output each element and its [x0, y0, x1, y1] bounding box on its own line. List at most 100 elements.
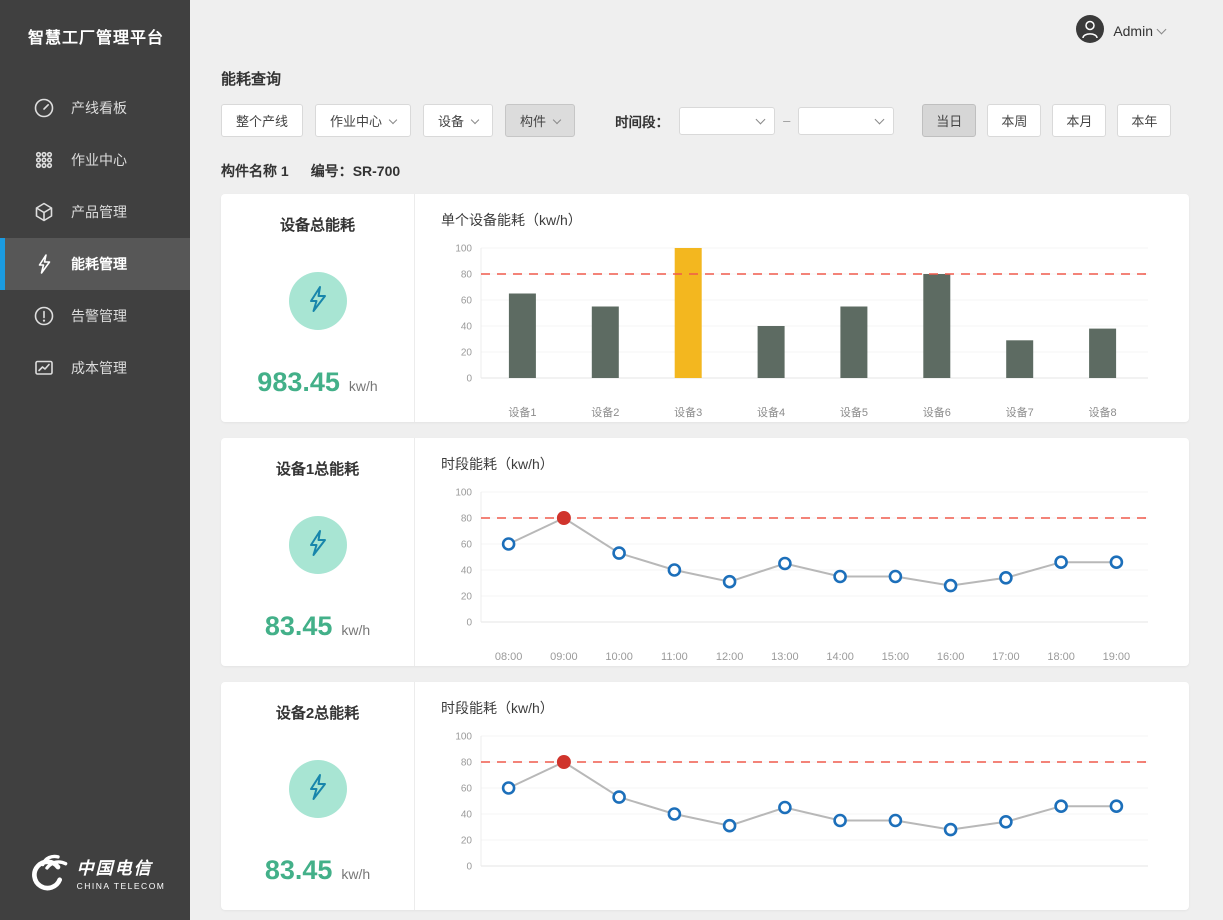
sidebar-item-label: 产线看板 [71, 98, 127, 118]
svg-text:15:00: 15:00 [882, 651, 910, 663]
user-menu[interactable]: Admin [1076, 15, 1165, 48]
svg-text:设备8: 设备8 [1089, 405, 1117, 419]
chart-panel: 时段能耗（kw/h） 02040608010008:0009:0010:0011… [415, 438, 1189, 666]
stat-value: 983.45 [257, 367, 340, 398]
svg-text:16:00: 16:00 [937, 651, 965, 663]
stat-panel: 设备1总能耗 83.45 kw/h [221, 438, 415, 666]
time-range-end-select[interactable] [798, 107, 894, 135]
stat-value: 83.45 [265, 611, 333, 642]
filter-toolbar: 整个产线 作业中心 设备 构件 时间段： – 当日本周本月本年 [221, 104, 1189, 137]
filter-button-label: 设备 [438, 111, 464, 130]
chevron-down-icon [471, 116, 479, 124]
logo-text-cn: 中国电信 [77, 860, 166, 879]
svg-text:19:00: 19:00 [1103, 651, 1131, 663]
sidebar-item-4[interactable]: 能耗管理 [0, 238, 190, 290]
chevron-down-icon [389, 116, 397, 124]
time-range-start-select[interactable] [679, 107, 775, 135]
stat-panel: 设备2总能耗 83.45 kw/h [221, 682, 415, 910]
topbar: Admin [190, 0, 1223, 62]
svg-text:80: 80 [461, 514, 473, 525]
period-button-3[interactable]: 本月 [1052, 104, 1106, 137]
user-name: Admin [1113, 23, 1153, 39]
svg-text:08:00: 08:00 [495, 651, 523, 663]
svg-text:12:00: 12:00 [716, 651, 744, 663]
stat-unit: kw/h [349, 378, 378, 394]
sidebar-item-3[interactable]: 产品管理 [0, 186, 190, 238]
sidebar-item-5[interactable]: 告警管理 [0, 290, 190, 342]
filter-button-label: 构件 [520, 111, 546, 130]
device1-hourly-line-chart: 02040608010008:0009:0010:0011:0012:0013:… [441, 478, 1171, 678]
svg-text:100: 100 [455, 488, 472, 499]
stat-value-row: 83.45 kw/h [265, 611, 370, 642]
avatar [1076, 15, 1104, 48]
sidebar: 智慧工厂管理平台 产线看板作业中心产品管理能耗管理告警管理成本管理 中国电信 C… [0, 0, 190, 920]
range-separator: – [783, 113, 790, 128]
dots-grid-icon [33, 149, 55, 171]
svg-text:设备6: 设备6 [923, 405, 951, 419]
sidebar-item-label: 作业中心 [71, 150, 127, 170]
card-device2-energy: 设备2总能耗 83.45 kw/h 时段能耗（kw/h） [221, 682, 1189, 910]
svg-text:100: 100 [455, 244, 472, 255]
card-total-energy: 设备总能耗 983.45 kw/h 单个设备能耗（kw/h） [221, 194, 1189, 422]
stat-value-row: 983.45 kw/h [257, 367, 377, 398]
chart-title: 时段能耗（kw/h） [441, 454, 1171, 474]
period-button-2[interactable]: 本周 [987, 104, 1041, 137]
svg-text:设备2: 设备2 [591, 405, 619, 419]
sidebar-item-label: 产品管理 [71, 202, 127, 222]
filter-button-label: 整个产线 [236, 111, 288, 130]
svg-text:80: 80 [461, 270, 473, 281]
lightning-icon [302, 283, 334, 320]
sidebar-menu: 产线看板作业中心产品管理能耗管理告警管理成本管理 [0, 82, 190, 394]
logo-text-en: CHINA TELECOM [77, 881, 166, 891]
svg-text:设备1: 设备1 [508, 405, 536, 419]
stat-title: 设备总能耗 [280, 214, 355, 235]
china-telecom-logo: 中国电信 CHINA TELECOM [0, 853, 190, 898]
lightning-icon [302, 527, 334, 564]
svg-text:09:00: 09:00 [550, 651, 578, 663]
svg-text:13:00: 13:00 [771, 651, 799, 663]
sidebar-item-label: 成本管理 [71, 358, 127, 378]
lightning-icon [33, 253, 55, 275]
sidebar-item-label: 告警管理 [71, 306, 127, 326]
chart-panel: 时段能耗（kw/h） 020406080100 [415, 682, 1189, 910]
svg-text:20: 20 [461, 592, 473, 603]
svg-text:0: 0 [466, 374, 472, 385]
sidebar-item-1[interactable]: 产线看板 [0, 82, 190, 134]
app-root: 智慧工厂管理平台 产线看板作业中心产品管理能耗管理告警管理成本管理 中国电信 C… [0, 0, 1223, 920]
filter-button-1[interactable]: 整个产线 [221, 104, 303, 137]
svg-text:17:00: 17:00 [992, 651, 1020, 663]
period-button-1[interactable]: 当日 [922, 104, 976, 137]
gauge-icon [33, 97, 55, 119]
sidebar-item-2[interactable]: 作业中心 [0, 134, 190, 186]
svg-text:60: 60 [461, 540, 473, 551]
svg-text:设备7: 设备7 [1006, 405, 1034, 419]
device2-hourly-line-chart: 020406080100 [441, 722, 1171, 895]
cube-icon [33, 201, 55, 223]
svg-text:设备3: 设备3 [674, 405, 702, 419]
page-title: 能耗查询 [221, 68, 1189, 89]
period-button-4[interactable]: 本年 [1117, 104, 1171, 137]
time-period-label: 时间段： [615, 111, 669, 131]
svg-text:11:00: 11:00 [661, 651, 688, 663]
svg-text:0: 0 [466, 618, 472, 629]
svg-text:20: 20 [461, 348, 473, 359]
main-area: Admin 能耗查询 整个产线作业中心设备构件时间段：–当日本周本月本年 构件名… [190, 0, 1223, 920]
svg-text:60: 60 [461, 296, 473, 307]
svg-text:40: 40 [461, 810, 473, 821]
chart-title: 单个设备能耗（kw/h） [441, 210, 1171, 230]
lightning-icon [302, 771, 334, 808]
stat-unit: kw/h [341, 622, 370, 638]
sidebar-item-6[interactable]: 成本管理 [0, 342, 190, 394]
device-energy-bar-chart: 020406080100设备1设备2设备3设备4设备5设备6设备7设备8 [441, 234, 1171, 434]
stat-value: 83.45 [265, 855, 333, 886]
chevron-down-icon [875, 114, 885, 124]
filter-button-2[interactable]: 作业中心 [315, 104, 411, 137]
app-title: 智慧工厂管理平台 [0, 0, 190, 48]
filter-button-4[interactable]: 构件 [505, 104, 575, 137]
svg-text:18:00: 18:00 [1047, 651, 1075, 663]
chart-panel: 单个设备能耗（kw/h） 020406080100设备1设备2设备3设备4设备5… [415, 194, 1189, 422]
alert-circle-icon [33, 305, 55, 327]
component-code: SR-700 [353, 163, 400, 179]
filter-button-3[interactable]: 设备 [423, 104, 493, 137]
energy-badge [289, 272, 347, 330]
